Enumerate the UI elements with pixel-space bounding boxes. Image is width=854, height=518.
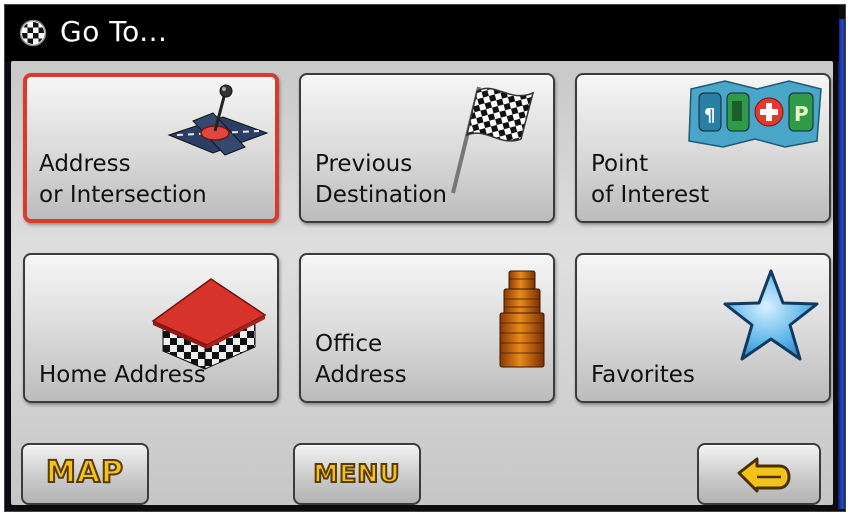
tile-label: Previous Destination [315,151,447,208]
tile-label: Home Address [39,362,206,388]
office-address-button[interactable]: Office Address [299,253,555,403]
previous-destination-button[interactable]: Previous Destination [299,73,555,223]
point-of-interest-button[interactable]: ¶ P Point of Interest [575,73,831,223]
menu-panel: Address or Intersection Previous Destina… [11,61,833,505]
tile-label: Point of Interest [591,151,710,208]
tile-label: Favorites [591,362,695,388]
svg-text:¶: ¶ [704,105,715,126]
menu-button[interactable]: MENU [293,443,421,505]
device-frame: Go To... Address or Intersection Previou… [4,4,846,512]
svg-text:P: P [794,102,809,126]
map-button-label: MAP [45,454,125,491]
bottom-toolbar: MAP MENU [11,433,833,505]
page-title: Go To... [60,15,168,48]
office-building-icon [499,270,545,368]
back-arrow-icon [737,457,791,493]
house-icon [151,278,267,370]
map-button[interactable]: MAP [21,443,149,505]
address-or-intersection-button[interactable]: Address or Intersection [23,73,279,223]
screen: Go To... Address or Intersection Previou… [0,0,854,518]
device-edge [838,19,845,509]
home-address-button[interactable]: Home Address [23,253,279,403]
tile-label: Address or Intersection [39,151,207,208]
poi-map-icon: ¶ P [688,80,822,148]
title-bar: Go To... [5,5,839,61]
tile-label: Office Address [315,331,407,388]
back-button[interactable] [697,443,821,505]
star-icon [723,269,819,361]
menu-button-label: MENU [312,458,401,489]
favorites-button[interactable]: Favorites [575,253,831,403]
checkered-flag-ball-icon [19,19,47,47]
